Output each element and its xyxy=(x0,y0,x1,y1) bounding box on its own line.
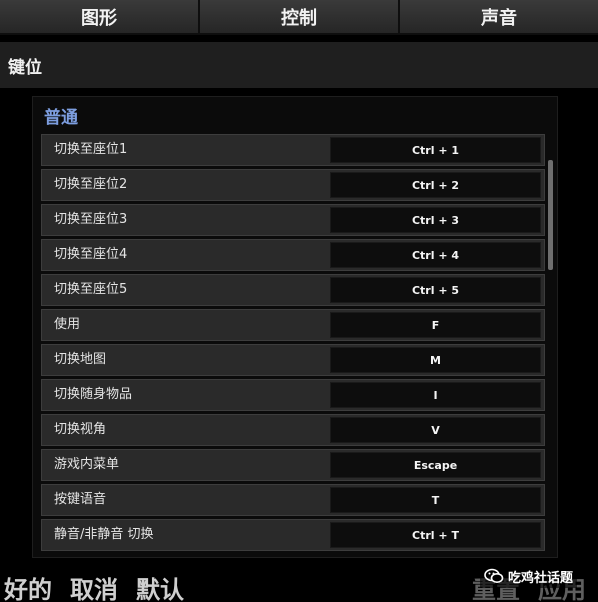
action-label: 静音/非静音 切换 xyxy=(54,527,154,542)
action-label: 切换至座位3 xyxy=(54,212,128,227)
keybinding-row: 切换地图 M xyxy=(41,344,545,376)
keybinding-row: 切换至座位4 Ctrl + 4 xyxy=(41,239,545,271)
action-label: 切换随身物品 xyxy=(54,387,133,402)
keybinding-row: 按键语音 T xyxy=(41,484,545,516)
group-title: 普通 xyxy=(44,108,78,128)
key-binding-button[interactable]: F xyxy=(330,312,541,338)
cancel-button[interactable]: 取消 xyxy=(70,574,118,602)
key-binding-button[interactable]: Ctrl + 4 xyxy=(330,242,541,268)
keybinding-list: 切换至座位1 Ctrl + 1 切换至座位2 Ctrl + 2 切换至座位3 C… xyxy=(41,134,545,554)
keybinding-row: 切换视角 V xyxy=(41,414,545,446)
watermark: 吃鸡社话题 xyxy=(480,564,578,588)
key-binding-button[interactable]: Ctrl + 2 xyxy=(330,172,541,198)
action-label: 切换至座位2 xyxy=(54,177,128,192)
action-label: 切换地图 xyxy=(54,352,107,367)
default-button[interactable]: 默认 xyxy=(136,574,184,602)
key-binding-button[interactable]: Escape xyxy=(330,452,541,478)
wechat-icon xyxy=(484,568,504,583)
keybinding-row: 游戏内菜单 Escape xyxy=(41,449,545,481)
tab-controls[interactable]: 控制 xyxy=(200,0,400,35)
key-binding-button[interactable]: V xyxy=(330,417,541,443)
keybinding-row: 使用 F xyxy=(41,309,545,341)
top-tab-bar: 图形 控制 声音 xyxy=(0,0,598,35)
action-label: 切换视角 xyxy=(54,422,107,437)
tab-graphics[interactable]: 图形 xyxy=(0,0,200,35)
action-label: 按键语音 xyxy=(54,492,107,507)
tab-sound[interactable]: 声音 xyxy=(400,0,598,35)
key-binding-button[interactable]: T xyxy=(330,487,541,513)
key-binding-button[interactable]: Ctrl + T xyxy=(330,522,541,548)
action-label: 使用 xyxy=(54,317,81,332)
watermark-text: 吃鸡社话题 xyxy=(508,570,574,586)
key-binding-button[interactable]: I xyxy=(330,382,541,408)
action-label: 切换至座位5 xyxy=(54,282,128,297)
key-binding-button[interactable]: M xyxy=(330,347,541,373)
key-binding-button[interactable]: Ctrl + 5 xyxy=(330,277,541,303)
keybinding-row: 静音/非静音 切换 Ctrl + T xyxy=(41,519,545,551)
section-title: 键位 xyxy=(8,57,42,78)
key-binding-button[interactable]: Ctrl + 1 xyxy=(330,137,541,163)
ok-button[interactable]: 好的 xyxy=(4,574,52,602)
key-binding-button[interactable]: Ctrl + 3 xyxy=(330,207,541,233)
action-label: 切换至座位4 xyxy=(54,247,128,262)
keybinding-row: 切换至座位2 Ctrl + 2 xyxy=(41,169,545,201)
section-header: 键位 xyxy=(0,42,598,88)
scrollbar-thumb[interactable] xyxy=(548,160,553,270)
keybinding-row: 切换随身物品 I xyxy=(41,379,545,411)
action-label: 切换至座位1 xyxy=(54,142,128,157)
action-label: 游戏内菜单 xyxy=(54,457,120,472)
keybinding-row: 切换至座位3 Ctrl + 3 xyxy=(41,204,545,236)
keybinding-row: 切换至座位5 Ctrl + 5 xyxy=(41,274,545,306)
keybinding-row: 切换至座位1 Ctrl + 1 xyxy=(41,134,545,166)
